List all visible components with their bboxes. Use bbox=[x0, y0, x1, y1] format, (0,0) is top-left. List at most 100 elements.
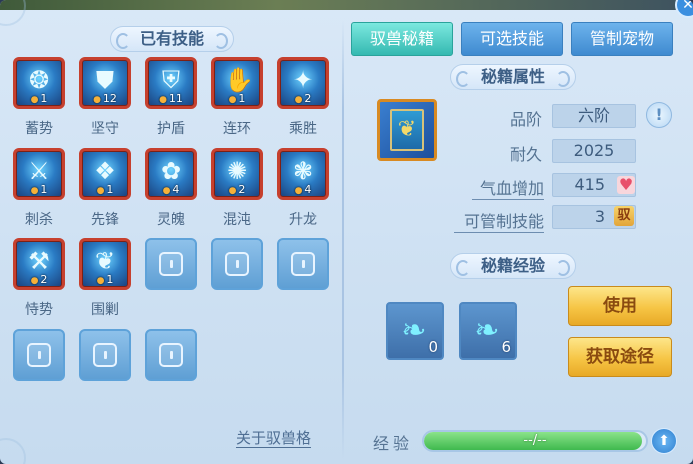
owned-skills-title: 已有技能 bbox=[110, 26, 234, 52]
skill-name: 灵魄 bbox=[157, 212, 185, 228]
skill-name: 围剿 bbox=[91, 302, 119, 318]
paw-icon: ● bbox=[30, 276, 39, 286]
skill-level: ● 1 bbox=[82, 183, 128, 197]
lock-icon bbox=[93, 343, 117, 367]
exp-item-count: 6 bbox=[501, 338, 511, 356]
spirit-beast-icon: ❧ bbox=[401, 313, 427, 348]
skill-level-number: 11 bbox=[168, 92, 183, 105]
panel-divider bbox=[342, 20, 344, 460]
attr-label-controllable[interactable]: 可管制技能 bbox=[454, 208, 544, 233]
skill-level: ● 2 bbox=[280, 92, 326, 106]
paw-icon: ● bbox=[228, 95, 237, 105]
skill-level-number: 2 bbox=[238, 183, 246, 196]
tab-controlled-pets[interactable]: 管制宠物 bbox=[571, 22, 673, 56]
skill-card[interactable]: ⚒ ● 2 bbox=[13, 238, 65, 290]
skill-level-number: 2 bbox=[40, 273, 48, 286]
exp-item-slot[interactable]: ❧ 6 bbox=[459, 302, 517, 360]
exp-progress-bar: --/-- bbox=[422, 430, 648, 452]
skill-icon: ⛨ bbox=[162, 66, 180, 94]
skill-name: 乘胜 bbox=[289, 121, 317, 137]
close-icon[interactable]: ✕ bbox=[675, 0, 693, 18]
manual-attributes-title: 秘籍属性 bbox=[450, 64, 576, 90]
lock-icon bbox=[225, 252, 249, 276]
skill-name: 先锋 bbox=[91, 212, 119, 228]
skill-name: 坚守 bbox=[91, 121, 119, 137]
manual-experience-title: 秘籍经验 bbox=[450, 253, 576, 279]
skill-icon: ✿ bbox=[160, 157, 182, 185]
skill-card[interactable]: ❦ ● 1 bbox=[79, 238, 131, 290]
skill-level: ● 4 bbox=[280, 183, 326, 197]
attr-label-hp[interactable]: 气血增加 bbox=[472, 175, 544, 200]
skill-level-number: 2 bbox=[304, 92, 312, 105]
paw-icon: ● bbox=[294, 186, 303, 196]
lock-icon bbox=[159, 252, 183, 276]
skill-name: 升龙 bbox=[289, 212, 317, 228]
skill-level: ● 4 bbox=[148, 183, 194, 197]
pet-manual-panel: 已有技能 ❂ ● 1 蓄势 ⛊ ● 12 坚守 ⛨ ● 11 护盾 ✋ ● 1 连环 ✦ ● 2 乘胜 ⚔ ● 1 刺杀 ❖ ● 1… bbox=[0, 0, 693, 464]
lock-icon bbox=[27, 343, 51, 367]
skill-icon: ❃ bbox=[292, 157, 314, 185]
skill-icon: ❦ bbox=[94, 247, 116, 275]
exp-item-count: 0 bbox=[428, 338, 438, 356]
locked-skill-slot[interactable] bbox=[13, 329, 65, 381]
exp-progress-text: --/-- bbox=[523, 433, 547, 448]
skill-level-number: 1 bbox=[40, 183, 48, 196]
skill-level-number: 1 bbox=[106, 183, 114, 196]
skill-name: 蓄势 bbox=[25, 121, 53, 137]
skill-level: ● 1 bbox=[16, 183, 62, 197]
paw-icon: ● bbox=[294, 95, 303, 105]
skill-card[interactable]: ⛨ ● 11 bbox=[145, 57, 197, 109]
paw-icon: ● bbox=[93, 95, 101, 105]
skill-card[interactable]: ⚔ ● 1 bbox=[13, 148, 65, 200]
top-edge-strip bbox=[0, 0, 693, 10]
skill-card[interactable]: ✺ ● 2 bbox=[211, 148, 263, 200]
skill-icon: ✦ bbox=[292, 66, 314, 94]
paw-icon: ● bbox=[30, 95, 39, 105]
paw-icon: ● bbox=[159, 95, 167, 105]
paw-icon: ● bbox=[30, 186, 39, 196]
skill-card[interactable]: ⛊ ● 12 bbox=[79, 57, 131, 109]
spirit-beast-icon: ❧ bbox=[474, 313, 500, 348]
skill-level: ● 1 bbox=[214, 92, 260, 106]
skill-name: 混沌 bbox=[223, 212, 251, 228]
skill-icon: ⚒ bbox=[28, 247, 50, 275]
lock-icon bbox=[159, 343, 183, 367]
about-link[interactable]: 关于驭兽格 bbox=[236, 429, 312, 448]
skill-level-number: 4 bbox=[172, 183, 180, 196]
locked-skill-slot[interactable] bbox=[277, 238, 329, 290]
locked-skill-slot[interactable] bbox=[79, 329, 131, 381]
lock-icon bbox=[291, 252, 315, 276]
skill-level-number: 1 bbox=[40, 92, 48, 105]
skill-level-number: 12 bbox=[102, 92, 117, 105]
skill-level: ● 12 bbox=[82, 92, 128, 106]
locked-skill-slot[interactable] bbox=[145, 238, 197, 290]
skill-name: 连环 bbox=[223, 121, 251, 137]
tab-manual[interactable]: 驭兽秘籍 bbox=[351, 22, 453, 56]
locked-skill-slot[interactable] bbox=[211, 238, 263, 290]
attr-label-durability: 耐久 bbox=[509, 145, 542, 164]
skill-card[interactable]: ✦ ● 2 bbox=[277, 57, 329, 109]
skill-icon: ⛊ bbox=[96, 66, 114, 94]
skill-card[interactable]: ✿ ● 4 bbox=[145, 148, 197, 200]
locked-skill-slot[interactable] bbox=[145, 329, 197, 381]
skill-level: ● 2 bbox=[214, 183, 260, 197]
exp-item-slot[interactable]: ❧ 0 bbox=[386, 302, 444, 360]
skill-level: ● 1 bbox=[82, 273, 128, 287]
corner-ornament bbox=[0, 0, 26, 26]
use-button[interactable]: 使用 bbox=[568, 286, 672, 326]
skill-card[interactable]: ✋ ● 1 bbox=[211, 57, 263, 109]
skill-card[interactable]: ❖ ● 1 bbox=[79, 148, 131, 200]
obtain-button[interactable]: 获取途径 bbox=[568, 337, 672, 377]
skill-icon: ✺ bbox=[226, 157, 248, 185]
skill-name: 护盾 bbox=[157, 121, 185, 137]
skill-icon: ⚔ bbox=[28, 157, 50, 185]
paw-icon: ● bbox=[96, 276, 105, 286]
paw-icon: ● bbox=[228, 186, 237, 196]
tab-optional-skills[interactable]: 可选技能 bbox=[461, 22, 563, 56]
skill-card[interactable]: ❃ ● 4 bbox=[277, 148, 329, 200]
skill-card[interactable]: ❂ ● 1 bbox=[13, 57, 65, 109]
skill-name: 恃势 bbox=[25, 302, 53, 318]
info-icon[interactable]: ! bbox=[646, 102, 672, 128]
upgrade-arrow-icon[interactable]: ⬆ bbox=[651, 428, 677, 454]
attr-value-grade: 六阶 bbox=[552, 104, 636, 128]
